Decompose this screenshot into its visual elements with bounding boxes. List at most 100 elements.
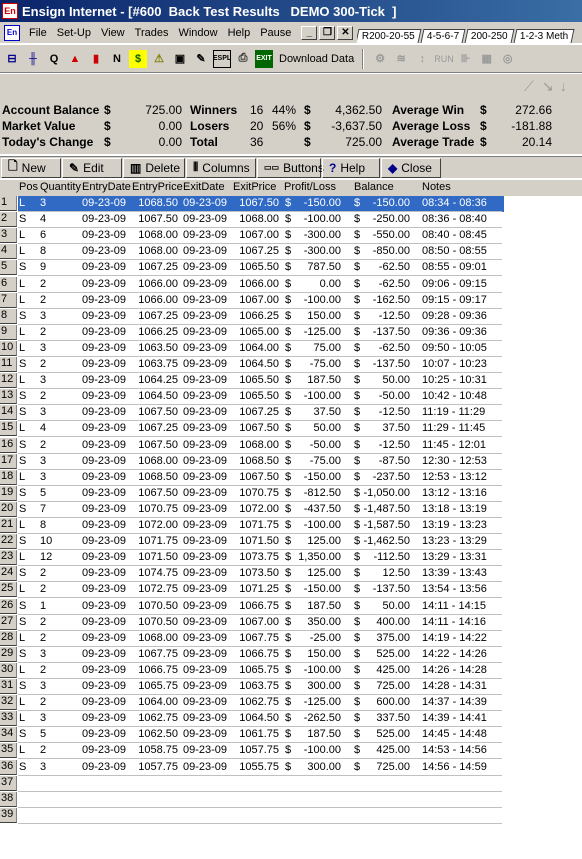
minimize-icon[interactable]: _ [301, 25, 318, 40]
table-row[interactable]: 36 S 3 09-23-09 1057.75 09-23-09 1055.75 $300.0… [0, 759, 582, 776]
row-number[interactable]: 37 [0, 775, 17, 791]
target-icon[interactable]: ◎ [499, 50, 517, 68]
table-row[interactable]: 7 L 2 09-23-09 1066.00 09-23-09 1067.00 $ -100.0… [0, 292, 582, 309]
table-row[interactable]: 12 L 3 09-23-09 1064.25 09-23-09 1065.50 $187.5… [0, 373, 582, 390]
delete-button[interactable]: ▥ Delete [123, 157, 185, 178]
table-row[interactable]: 31 S 3 09-23-09 1065.75 09-23-09 1063.75 $300.0… [0, 679, 582, 695]
row-number[interactable]: 6 [0, 276, 17, 292]
menu-pause[interactable]: Pause [255, 27, 296, 39]
alert-icon[interactable]: ⚠ [150, 50, 168, 68]
row-number[interactable]: 8 [0, 308, 17, 324]
row-number[interactable]: 28 [0, 630, 17, 646]
new-button[interactable]: 🗋 New [1, 157, 61, 178]
table-row[interactable]: 27 S 2 09-23-09 1070.50 09-23-09 1067.00 $350.0… [0, 614, 582, 631]
row-number[interactable]: 35 [0, 743, 17, 759]
bar-chart-icon[interactable]: ╫ [24, 50, 42, 68]
row-number[interactable]: 12 [0, 373, 17, 389]
row-number[interactable]: 31 [0, 679, 17, 694]
table-row[interactable]: 9 L 2 09-23-09 1066.25 09-23-09 1065.00 $ -125.0… [0, 324, 582, 341]
table-row[interactable]: 29 S 3 09-23-09 1067.75 09-23-09 1066.75 $150.0… [0, 646, 582, 663]
menu-help[interactable]: Help [223, 27, 256, 39]
columns-button[interactable]: ⦀ Columns [186, 157, 256, 178]
column-header-balance[interactable]: Balance [354, 181, 394, 193]
table-row[interactable]: 1 L 3 09-23-09 1068.50 09-23-09 1067.50 $ -150.0… [0, 196, 582, 212]
close-button[interactable]: ◆ Close [381, 157, 441, 178]
table-row[interactable]: 26 S 1 09-23-09 1070.50 09-23-09 1066.75 $187.5… [0, 598, 582, 615]
row-number[interactable]: 9 [0, 324, 17, 340]
table-row[interactable]: 18 L 3 09-23-09 1068.50 09-23-09 1067.50 $ -150.… [0, 469, 582, 486]
chart-book-icon[interactable]: ▮ [87, 50, 105, 68]
menu-setup[interactable]: Set-Up [52, 27, 96, 39]
row-number[interactable]: 33 [0, 711, 17, 727]
help-button[interactable]: ? Help [322, 157, 380, 178]
menu-file[interactable]: File [24, 27, 52, 39]
table-row[interactable]: 16 S 2 09-23-09 1067.50 09-23-09 1068.00 $ -50.0… [0, 437, 582, 454]
row-number[interactable]: 29 [0, 646, 17, 662]
table-row[interactable]: 32 L 2 09-23-09 1064.00 09-23-09 1062.75 $ -125.… [0, 695, 582, 712]
table-row[interactable]: 15 L 4 09-23-09 1067.25 09-23-09 1067.50 $50.00… [0, 421, 582, 438]
column-header-exitprice[interactable]: ExitPrice [233, 181, 276, 193]
table-row[interactable]: 25 L 2 09-23-09 1072.75 09-23-09 1071.25 $ -150.… [0, 582, 582, 599]
table-row[interactable]: 10 L 3 09-23-09 1063.50 09-23-09 1064.00 $75.00… [0, 340, 582, 357]
print-icon[interactable]: ⎙ [234, 50, 252, 68]
tab-r200[interactable]: R200-20-55 [357, 28, 422, 43]
row-number[interactable]: 39 [0, 807, 17, 823]
column-header-entrydate[interactable]: EntryDate [82, 181, 131, 193]
row-number[interactable]: 19 [0, 485, 17, 501]
gear-icon[interactable]: ⚙ [371, 50, 389, 68]
table-row[interactable]: 34 S 5 09-23-09 1062.50 09-23-09 1061.75 $187.5… [0, 727, 582, 744]
tab-200-250[interactable]: 200-250 [464, 28, 515, 43]
table-row[interactable]: 3 L 6 09-23-09 1068.00 09-23-09 1067.00 $ -300.0… [0, 228, 582, 245]
table-row[interactable]: 14 S 3 09-23-09 1067.50 09-23-09 1067.25 $37.50… [0, 405, 582, 422]
layout-icon[interactable]: ⊟ [3, 50, 21, 68]
column-header-exitdate[interactable]: ExitDate [183, 181, 225, 193]
wave-icon[interactable]: ≋ [392, 50, 410, 68]
table-row[interactable]: 11 S 2 09-23-09 1063.75 09-23-09 1064.50 $ -75.0… [0, 357, 582, 373]
column-header-quantity[interactable]: Quantity [40, 181, 81, 193]
menu-window[interactable]: Window [173, 27, 222, 39]
empty-row[interactable]: 39 [0, 807, 582, 824]
arrow-down-right-icon[interactable]: ↘ [542, 78, 560, 95]
tuning-icon[interactable]: ↕ [413, 50, 431, 68]
table-row[interactable]: 5 S 9 09-23-09 1067.25 09-23-09 1065.50 $787.50… [0, 260, 582, 277]
row-number[interactable]: 18 [0, 469, 17, 485]
row-number[interactable]: 23 [0, 550, 17, 566]
table-row[interactable]: 6 L 2 09-23-09 1066.00 09-23-09 1066.00 $0.00 $ -… [0, 276, 582, 293]
table-row[interactable]: 19 S 5 09-23-09 1067.50 09-23-09 1070.75 $ -812.… [0, 485, 582, 502]
row-number[interactable]: 10 [0, 340, 17, 356]
empty-row[interactable]: 38 [0, 791, 582, 808]
table-row[interactable]: 2 S 4 09-23-09 1067.50 09-23-09 1068.00 $ -100.0… [0, 212, 582, 229]
row-number[interactable]: 4 [0, 244, 17, 260]
row-number[interactable]: 7 [0, 292, 17, 308]
column-header-notes[interactable]: Notes [422, 181, 451, 193]
table-row[interactable]: 22 S 10 09-23-09 1071.75 09-23-09 1071.50 $125.… [0, 534, 582, 551]
download-data-button[interactable]: Download Data [279, 53, 354, 65]
sliders-icon[interactable]: ⊪ [457, 50, 475, 68]
close-icon[interactable]: ✕ [337, 25, 354, 40]
table-row[interactable]: 4 L 8 09-23-09 1068.00 09-23-09 1067.25 $ -300.0… [0, 244, 582, 261]
row-number[interactable]: 32 [0, 695, 17, 711]
row-number[interactable]: 22 [0, 534, 17, 550]
table-row[interactable]: 24 S 2 09-23-09 1074.75 09-23-09 1073.50 $125.0… [0, 566, 582, 583]
row-number[interactable]: 20 [0, 501, 17, 517]
tab-123-meth[interactable]: 1-2-3 Meth [513, 28, 576, 43]
row-number[interactable]: 17 [0, 453, 17, 469]
table-row[interactable]: 35 L 2 09-23-09 1058.75 09-23-09 1057.75 $ -100.… [0, 743, 582, 760]
table-row[interactable]: 17 S 3 09-23-09 1068.00 09-23-09 1068.50 $ -75.0… [0, 453, 582, 470]
row-number[interactable]: 14 [0, 405, 17, 421]
row-number[interactable]: 21 [0, 518, 17, 533]
row-number[interactable]: 2 [0, 212, 17, 228]
table-row[interactable]: 23 L 12 09-23-09 1071.50 09-23-09 1073.75 $1,35… [0, 550, 582, 567]
table-row[interactable]: 28 L 2 09-23-09 1068.00 09-23-09 1067.75 $ -25.0… [0, 630, 582, 647]
table-row[interactable]: 20 S 7 09-23-09 1070.75 09-23-09 1072.00 $ -437.… [0, 501, 582, 518]
row-number[interactable]: 3 [0, 228, 17, 244]
empty-row[interactable]: 37 [0, 775, 582, 792]
dollar-icon[interactable]: $ [129, 49, 147, 68]
quote-icon[interactable]: Q [45, 50, 63, 68]
row-number[interactable]: 34 [0, 727, 17, 743]
table-row[interactable]: 33 L 3 09-23-09 1062.75 09-23-09 1064.50 $ -262.… [0, 711, 582, 728]
restore-icon[interactable]: ❐ [319, 25, 336, 40]
buttons-button[interactable]: ▭▭ Buttons [257, 157, 324, 178]
diagonal-line-icon[interactable]: ⟋ [524, 78, 542, 95]
menu-trades[interactable]: Trades [130, 27, 174, 39]
